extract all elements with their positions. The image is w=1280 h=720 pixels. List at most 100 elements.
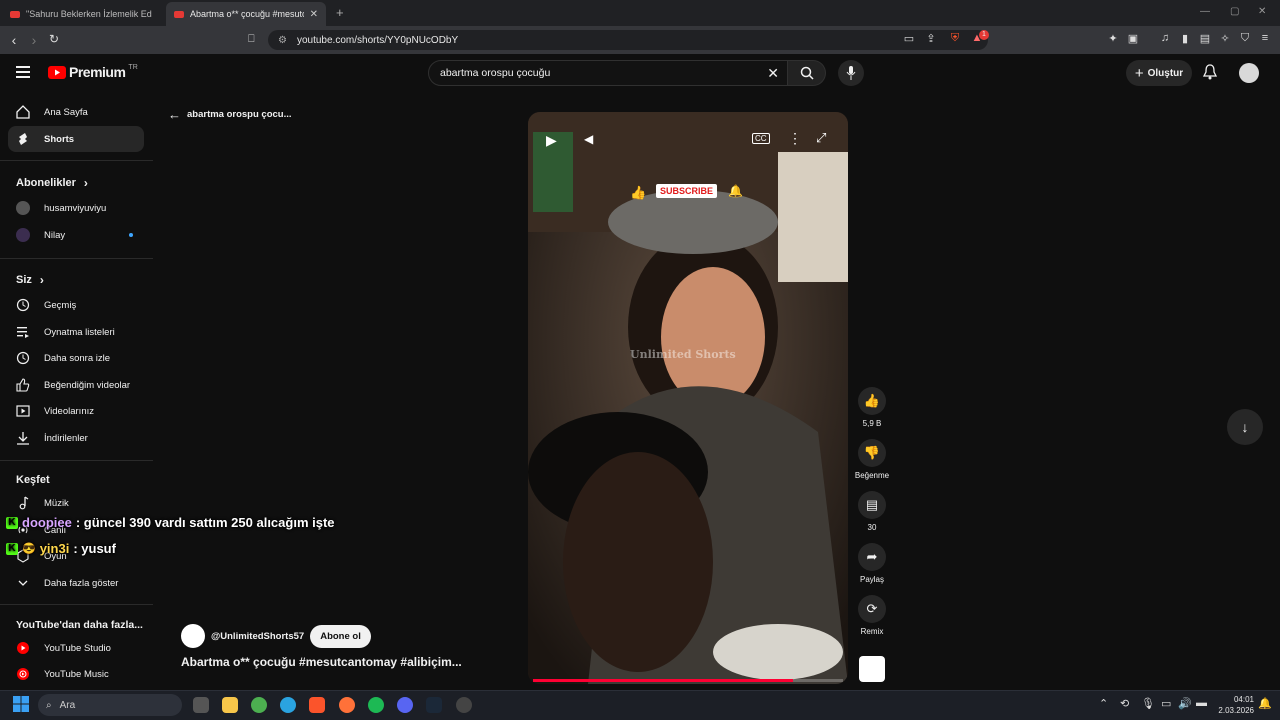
close-tab-icon[interactable]: ✕ — [310, 9, 318, 20]
comments-button[interactable]: ▤ — [858, 491, 886, 519]
microphone-icon[interactable]: 🎙 — [1141, 697, 1155, 710]
chrome-icon[interactable] — [251, 697, 267, 713]
channel-name[interactable]: @UnlimitedShorts57 — [211, 631, 304, 642]
sidebar-item-shorts[interactable]: Shorts — [8, 126, 144, 152]
bookmark-icon[interactable]: ⎕ — [248, 33, 255, 46]
leo-ai-icon[interactable]: ✧ — [1218, 32, 1232, 46]
shorts-title[interactable]: Abartma o** çocuğu #mesutcantomay #alibi… — [181, 655, 462, 669]
search-button[interactable] — [788, 60, 826, 86]
url-bar[interactable]: ⚙ youtube.com/shorts/YY0pNUcODbY — [268, 30, 988, 50]
subscription-item[interactable]: Nilay — [8, 222, 144, 248]
sound-thumbnail[interactable] — [859, 656, 885, 682]
more-options-icon[interactable]: ⋮ — [788, 130, 802, 147]
taskbar-clock[interactable]: 04:01 2.03.2026 — [1210, 694, 1254, 716]
extensions-icon[interactable]: ✦ — [1106, 32, 1120, 46]
sidebar-item-playlists[interactable]: Oynatma listeleri — [8, 319, 144, 345]
volume-icon[interactable]: ◀ — [584, 132, 593, 146]
playlist-icon — [17, 327, 29, 338]
clear-search-icon[interactable]: ✕ — [767, 65, 779, 82]
reload-icon[interactable]: ↻ — [44, 32, 64, 46]
browser-tab-bar: "Sahuru Beklerken İzlemelik Edit" Kis Ab… — [0, 0, 1280, 26]
like-button[interactable]: 👍 — [858, 387, 886, 415]
next-short-button[interactable]: ↓ — [1227, 409, 1263, 445]
subscribe-button[interactable]: Abone ol — [310, 624, 371, 648]
task-view-icon[interactable] — [193, 697, 209, 713]
captions-icon[interactable]: CC — [752, 133, 770, 144]
more-from-youtube-heading: YouTube'dan daha fazla... — [16, 619, 143, 631]
progress-track[interactable] — [533, 679, 843, 682]
youtube-premium-logo[interactable]: Premium TR — [48, 64, 138, 80]
steam-icon[interactable] — [426, 697, 442, 713]
firefox-icon[interactable] — [339, 697, 355, 713]
shorts-video-player[interactable]: ▶ ◀ CC ⋮ ⤢ 👍 SUBSCRIBE 🔔 Unlimited Short… — [528, 112, 848, 684]
sidebar-item-liked-videos[interactable]: Beğendiğim videolar — [8, 372, 144, 398]
spotify-icon[interactable] — [368, 697, 384, 713]
hamburger-menu-icon[interactable] — [16, 66, 30, 81]
more-title: YouTube'dan daha fazla... — [16, 619, 143, 631]
sidebar-item-youtube-music[interactable]: YouTube Music — [8, 661, 144, 687]
maximize-icon[interactable]: ▢ — [1230, 6, 1239, 17]
media-icon[interactable]: ♫ — [1158, 32, 1172, 46]
browser-tab[interactable]: "Sahuru Beklerken İzlemelik Edit" Kis — [2, 2, 162, 26]
share-button[interactable]: ➦ — [858, 543, 886, 571]
show-more-button[interactable]: Daha fazla göster — [8, 570, 144, 596]
thumbs-down-icon: 👎 — [863, 445, 881, 460]
subscriptions-heading[interactable]: Abonelikler › — [16, 176, 88, 190]
back-to-search-button[interactable]: ← abartma orospu çocu... — [168, 107, 292, 122]
like-count: 5,9 B — [862, 419, 882, 428]
site-info-icon[interactable]: ⚙ — [278, 35, 287, 46]
search-input[interactable]: abartma orospu çocuğu ✕ — [428, 60, 788, 86]
share-page-icon[interactable]: ⇪ — [924, 32, 938, 46]
tab-search-icon[interactable]: ▣ — [1126, 32, 1140, 46]
avatar[interactable] — [1239, 63, 1259, 83]
notification-center-icon[interactable]: 🔔 — [1258, 697, 1272, 710]
sidebar-item-music[interactable]: Müzik — [8, 490, 144, 516]
wallet-icon[interactable]: ▤ — [1198, 32, 1212, 46]
sync-icon[interactable]: ⟲ — [1120, 697, 1129, 710]
voice-search-button[interactable] — [838, 60, 864, 86]
notifications-bell-icon[interactable] — [1202, 64, 1218, 83]
sidebar-item-watch-later[interactable]: Daha sonra izle — [8, 345, 144, 371]
play-icon[interactable]: ▶ — [546, 132, 557, 149]
remix-button[interactable]: ⟳ — [858, 595, 886, 623]
minimize-icon[interactable]: — — [1200, 6, 1210, 17]
cast-icon[interactable]: ▭ — [902, 32, 916, 46]
discord-icon[interactable] — [397, 697, 413, 713]
menu-icon[interactable]: ≡ — [1258, 32, 1272, 46]
window-close-icon[interactable]: ✕ — [1258, 6, 1266, 17]
sidebar-item-label: Shorts — [44, 133, 75, 145]
tray-overflow-icon[interactable]: ⌃ — [1099, 697, 1108, 710]
windows-start-icon[interactable] — [13, 696, 29, 715]
file-explorer-icon[interactable] — [222, 697, 238, 713]
sidebar-item-history[interactable]: Geçmiş — [8, 292, 144, 318]
app-icon[interactable] — [456, 697, 472, 713]
tab-title: "Sahuru Beklerken İzlemelik Edit" Kis — [26, 9, 152, 19]
sidebar-item-youtube-studio[interactable]: YouTube Studio — [8, 635, 144, 661]
sidebar-item-your-videos[interactable]: Videolarınız — [8, 398, 144, 424]
sidebar-item-label: Oynatma listeleri — [44, 326, 115, 338]
you-heading[interactable]: Siz › — [16, 273, 44, 287]
create-button[interactable]: + Oluştur — [1126, 60, 1192, 86]
browser-tab-active[interactable]: Abartma o** çocuğu #mesutcan ✕ — [166, 2, 326, 26]
sidebar-item-downloads[interactable]: İndirilenler — [8, 425, 144, 451]
sidebar-divider — [0, 258, 153, 259]
home-icon — [16, 105, 30, 119]
channel-avatar[interactable] — [181, 624, 205, 648]
chat-user: doopiee — [22, 515, 72, 530]
brave-icon[interactable] — [309, 697, 325, 713]
back-icon[interactable]: ‹ — [4, 32, 24, 48]
volume-icon[interactable]: 🔊 — [1178, 697, 1192, 710]
dislike-button[interactable]: 👎 — [858, 439, 886, 467]
brave-shield-icon[interactable]: ⛨ — [948, 32, 962, 46]
subscription-item[interactable]: husamviyuviyu — [8, 195, 144, 221]
display-icon[interactable]: ▭ — [1161, 697, 1171, 710]
vpn-icon[interactable]: ⛉ — [1238, 32, 1252, 46]
new-tab-icon[interactable]: + — [336, 5, 344, 20]
edge-icon[interactable] — [280, 697, 296, 713]
sidebar-toggle-icon[interactable]: ▮ — [1178, 32, 1192, 46]
forward-icon[interactable]: › — [24, 32, 44, 48]
fullscreen-icon[interactable]: ⤢ — [816, 130, 826, 146]
taskbar-search[interactable]: ⌕ Ara — [38, 694, 182, 716]
sidebar-item-home[interactable]: Ana Sayfa — [8, 99, 144, 125]
battery-icon[interactable]: ▬ — [1196, 697, 1207, 709]
